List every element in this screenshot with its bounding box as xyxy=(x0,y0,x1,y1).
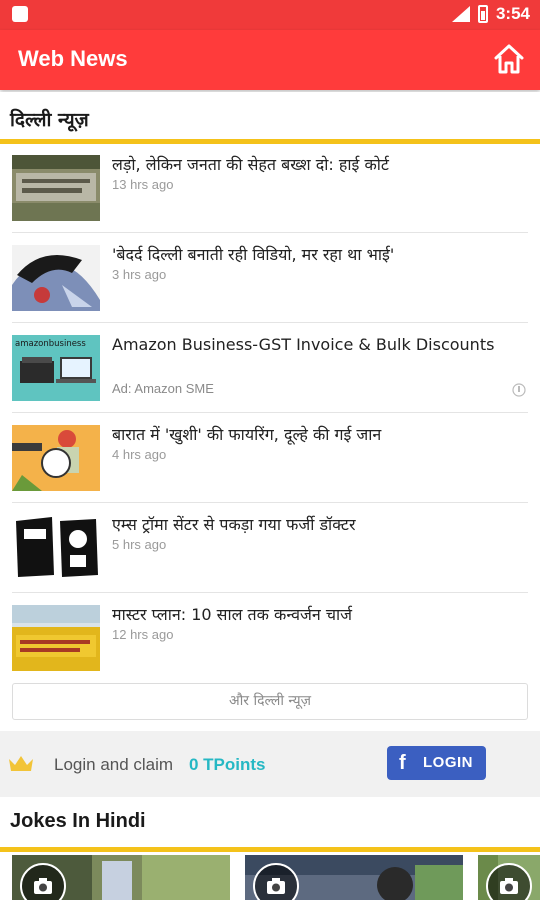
news-time: 3 hrs ago xyxy=(112,267,167,282)
news-item[interactable]: एम्स ट्रॉमा सेंटर से पकड़ा गया फर्जी डॉक… xyxy=(12,507,528,593)
section-divider xyxy=(0,139,540,144)
battery-icon xyxy=(477,5,488,23)
section-divider xyxy=(0,847,540,852)
app-bar: Web News xyxy=(0,30,540,90)
status-time: 3:54 xyxy=(495,4,530,23)
facebook-icon: f xyxy=(399,752,406,774)
news-title: लड़ो, लेकिन जनता की सेहत बख्श दो: हाई को… xyxy=(112,155,389,174)
news-title: 'बेदर्द दिल्ली बनाती रही विडियो, मर रहा … xyxy=(112,245,395,264)
joke-card[interactable] xyxy=(478,855,540,900)
news-thumbnail xyxy=(12,155,100,221)
joke-card[interactable] xyxy=(245,855,463,900)
ad-thumbnail: amazonbusiness xyxy=(12,335,100,401)
news-thumbnail xyxy=(12,605,100,671)
ad-choices-icon[interactable] xyxy=(512,382,526,397)
signal-icon xyxy=(451,6,470,22)
news-thumbnail xyxy=(12,245,100,311)
crown-icon xyxy=(8,755,34,773)
thumb-brand-text: amazonbusiness xyxy=(15,339,86,349)
section-title: दिल्ली न्यूज़ xyxy=(10,109,89,131)
login-banner: Login and claim 0 TPoints f LOGIN xyxy=(0,731,540,797)
home-button[interactable] xyxy=(492,42,526,76)
news-time: 13 hrs ago xyxy=(112,177,174,192)
tpoints-count: 0 TPoints xyxy=(189,755,266,774)
news-title: मास्टर प्लान: 10 साल तक कन्वर्जन चार्ज xyxy=(112,605,353,624)
joke-card[interactable] xyxy=(12,855,230,900)
ad-item[interactable]: amazonbusiness Amazon Business-GST Invoi… xyxy=(12,327,528,413)
login-label: LOGIN xyxy=(423,754,473,771)
home-icon xyxy=(494,44,524,74)
ad-title: Amazon Business-GST Invoice & Bulk Disco… xyxy=(112,335,495,354)
section-title: Jokes In Hindi xyxy=(10,810,146,832)
news-title: बारात में 'खुशी' की फायरिंग, दूल्हे की ग… xyxy=(112,425,382,444)
delhi-section-header: दिल्ली न्यूज़ xyxy=(0,92,540,144)
app-title: Web News xyxy=(18,46,128,71)
news-thumbnail xyxy=(12,515,100,581)
news-title: एम्स ट्रॉमा सेंटर से पकड़ा गया फर्जी डॉक… xyxy=(112,515,356,534)
news-item[interactable]: लड़ो, लेकिन जनता की सेहत बख्श दो: हाई को… xyxy=(12,147,528,233)
news-thumbnail xyxy=(12,425,100,491)
news-item[interactable]: 'बेदर्द दिल्ली बनाती रही विडियो, मर रहा … xyxy=(12,237,528,323)
notification-icon xyxy=(12,6,28,22)
claim-text: Login and claim xyxy=(54,755,174,774)
jokes-section-header: Jokes In Hindi xyxy=(0,797,540,852)
news-time: 12 hrs ago xyxy=(112,627,174,642)
facebook-login-button[interactable]: f LOGIN xyxy=(387,746,486,780)
news-item[interactable]: बारात में 'खुशी' की फायरिंग, दूल्हे की ग… xyxy=(12,417,528,503)
more-delhi-news-button[interactable]: और दिल्ली न्यूज़ xyxy=(12,683,528,720)
jokes-carousel[interactable] xyxy=(0,855,540,900)
ad-sponsor: Ad: Amazon SME xyxy=(112,381,214,396)
news-time: 4 hrs ago xyxy=(112,447,167,462)
news-item[interactable]: मास्टर प्लान: 10 साल तक कन्वर्जन चार्ज 1… xyxy=(12,597,528,683)
status-bar: 3:54 xyxy=(0,0,540,30)
news-time: 5 hrs ago xyxy=(112,537,167,552)
